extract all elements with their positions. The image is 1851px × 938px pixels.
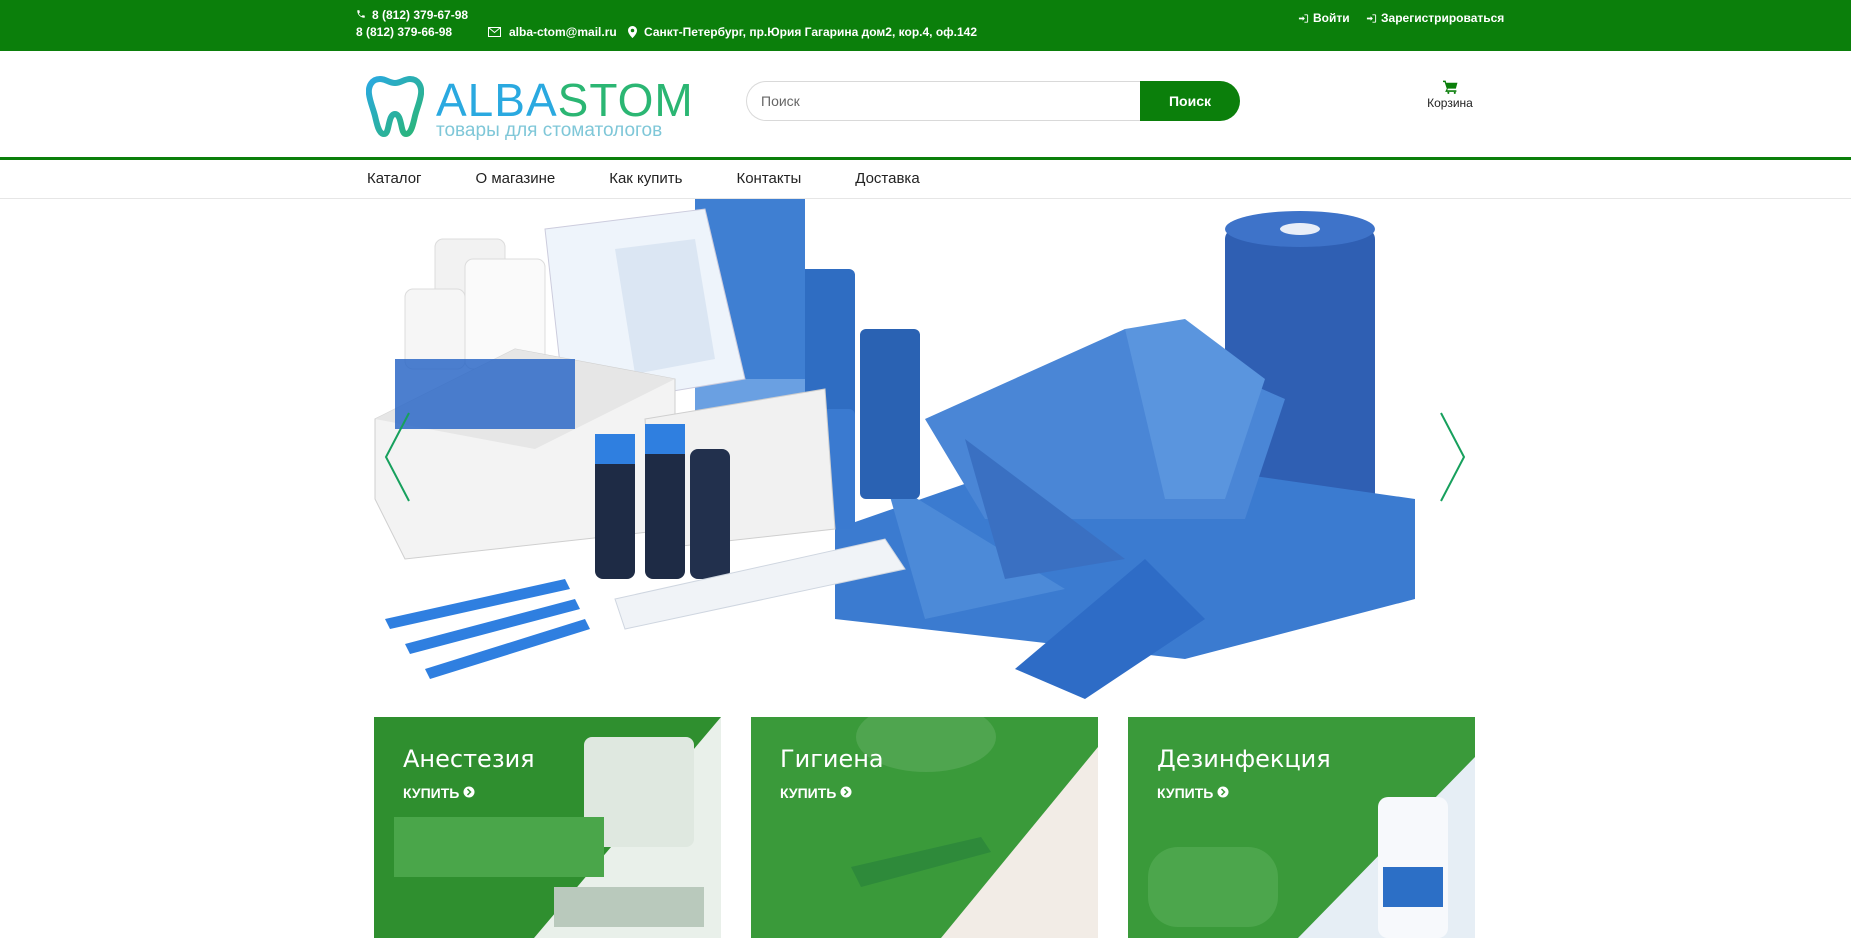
envelope-icon	[488, 27, 501, 37]
sign-in-icon	[1298, 13, 1309, 24]
nav-list: Каталог О магазине Как купить Контакты Д…	[367, 160, 974, 198]
email-contact: alba-ctom@mail.ru	[488, 25, 617, 39]
map-marker-icon	[628, 26, 637, 38]
category-tile-disinfection[interactable]: Дезинфекция КУПИТЬ	[1128, 717, 1475, 938]
phone-number-2[interactable]: 8 (812) 379-66-98	[356, 24, 452, 41]
search-button[interactable]: Поиск	[1140, 81, 1240, 121]
arrow-circle-right-icon	[459, 785, 475, 801]
nav-item-about[interactable]: О магазине	[476, 160, 556, 198]
address-contact: Санкт-Петербург, пр.Юрия Гагарина дом2, …	[628, 25, 977, 39]
category-tile-anesthesia[interactable]: Анестезия КУПИТЬ	[374, 717, 721, 938]
phone-numbers: 8 (812) 379-67-98 8 (812) 379-66-98	[356, 7, 468, 41]
logo-name-part1: ALBA	[436, 73, 558, 126]
tile-buy-link[interactable]: КУПИТЬ	[1157, 785, 1229, 801]
slider-prev-arrow[interactable]	[383, 411, 411, 508]
register-label: Зарегистрироваться	[1381, 11, 1505, 25]
nav-item-how-to-buy[interactable]: Как купить	[609, 160, 682, 198]
tile-buy-link[interactable]: КУПИТЬ	[403, 785, 475, 801]
logo-name-part2: STOM	[557, 73, 694, 126]
arrow-circle-right-icon	[1213, 785, 1229, 801]
nav-item-catalog[interactable]: Каталог	[367, 160, 422, 198]
logo-name: ALBASTOM	[436, 77, 694, 123]
tile-title: Анестезия	[403, 745, 535, 773]
tile-buy-label: КУПИТЬ	[1157, 785, 1214, 801]
tile-buy-label: КУПИТЬ	[780, 785, 837, 801]
phone-row-2: 8 (812) 379-66-98	[356, 24, 468, 41]
email-link[interactable]: alba-ctom@mail.ru	[509, 25, 617, 39]
hero-slider	[365, 199, 1487, 708]
address-text: Санкт-Петербург, пр.Юрия Гагарина дом2, …	[644, 25, 978, 39]
sign-in-icon	[1366, 13, 1377, 24]
nav-item-contacts[interactable]: Контакты	[736, 160, 801, 198]
search-input[interactable]	[746, 81, 1140, 121]
chevron-right-icon	[1440, 412, 1466, 502]
top-contact-bar: 8 (812) 379-67-98 8 (812) 379-66-98 alba…	[0, 0, 1851, 51]
main-nav: Каталог О магазине Как купить Контакты Д…	[0, 160, 1851, 199]
tile-buy-link[interactable]: КУПИТЬ	[780, 785, 852, 801]
cart-link[interactable]: Корзина	[1420, 80, 1480, 110]
tile-title: Дезинфекция	[1157, 745, 1331, 773]
site-logo[interactable]: ALBASTOM товары для стоматологов	[365, 75, 694, 142]
slider-next-arrow[interactable]	[1439, 411, 1467, 508]
chevron-left-icon	[384, 412, 410, 502]
arrow-circle-right-icon	[836, 785, 852, 801]
login-link[interactable]: Войти	[1298, 11, 1350, 25]
nav-item-delivery[interactable]: Доставка	[855, 160, 919, 198]
cart-label: Корзина	[1427, 96, 1473, 110]
phone-row-1: 8 (812) 379-67-98	[356, 7, 468, 24]
logo-tagline: товары для стоматологов	[436, 119, 663, 141]
tooth-icon	[365, 75, 425, 142]
login-label: Войти	[1313, 11, 1350, 25]
category-tile-hygiene[interactable]: Гигиена КУПИТЬ	[751, 717, 1098, 938]
phone-icon	[356, 7, 372, 24]
search-form: Поиск	[746, 81, 1240, 121]
tile-buy-label: КУПИТЬ	[403, 785, 460, 801]
tile-title: Гигиена	[780, 745, 884, 773]
phone-number-1[interactable]: 8 (812) 379-67-98	[372, 7, 468, 24]
logo-text: ALBASTOM товары для стоматологов	[436, 77, 694, 141]
slide-image	[374, 199, 1415, 699]
shopping-cart-icon	[1420, 80, 1480, 94]
register-link[interactable]: Зарегистрироваться	[1366, 11, 1504, 25]
